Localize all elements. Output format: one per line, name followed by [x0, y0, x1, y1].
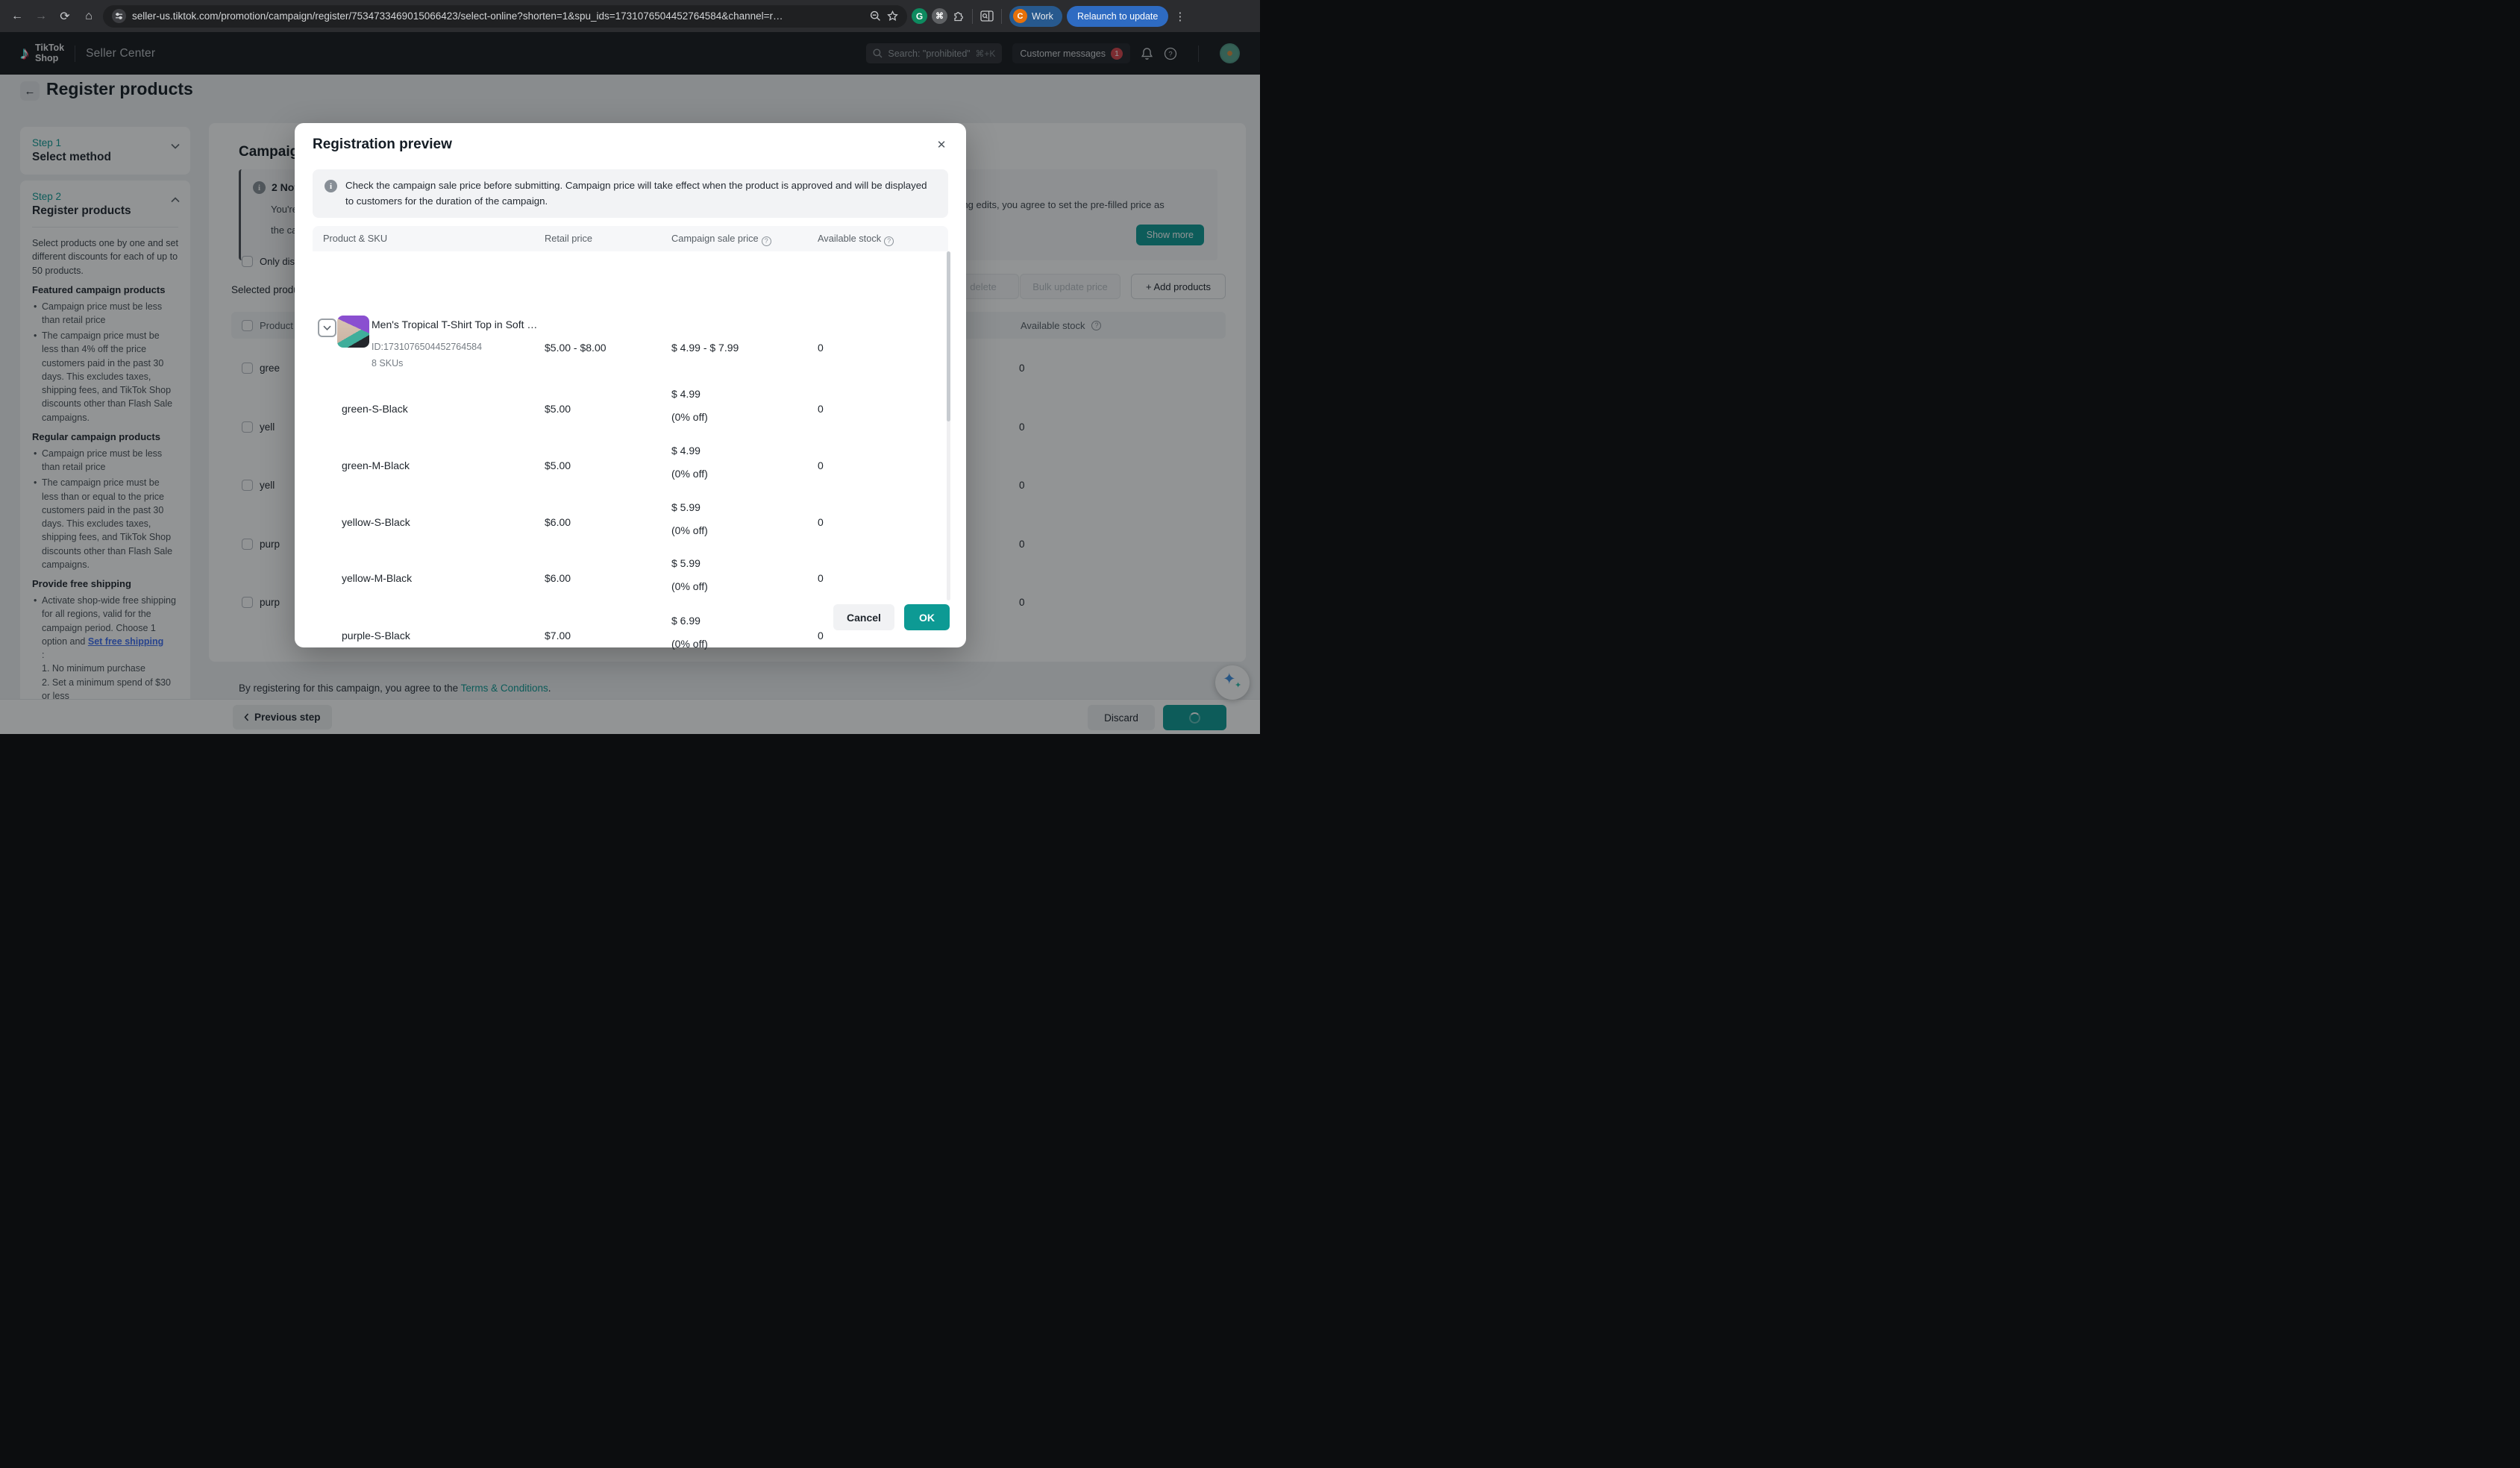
- campaign-price-column-header: Campaign sale price?: [671, 233, 771, 246]
- info-icon: i: [325, 180, 337, 192]
- url-text: seller-us.tiktok.com/promotion/campaign/…: [132, 10, 864, 22]
- cancel-button[interactable]: Cancel: [833, 604, 894, 630]
- address-bar[interactable]: seller-us.tiktok.com/promotion/campaign/…: [103, 5, 907, 28]
- sku-row: yellow-M-Black $6.00 $ 5.99 (0% off) 0: [313, 551, 948, 608]
- browser-profile-chip[interactable]: C Work: [1009, 6, 1062, 27]
- banner-text: Check the campaign sale price before sub…: [345, 178, 936, 209]
- profile-name: Work: [1032, 11, 1053, 22]
- sku-row: yellow-S-Black $6.00 $ 5.99 (0% off) 0: [313, 495, 948, 552]
- sku-discount-percent: (0% off): [671, 411, 708, 423]
- grammarly-extension-icon[interactable]: G: [912, 8, 927, 24]
- sku-stock: 0: [818, 630, 824, 642]
- sku-name: yellow-S-Black: [342, 516, 410, 528]
- sku-retail-price: $7.00: [545, 630, 571, 642]
- sku-name: yellow-M-Black: [342, 572, 412, 584]
- toolbar-divider: [972, 9, 973, 24]
- browser-menu-icon[interactable]: ⋮: [1173, 10, 1187, 23]
- site-settings-icon[interactable]: [112, 9, 126, 23]
- sku-campaign-price: $ 6.99: [671, 615, 700, 627]
- sku-campaign-price: $ 4.99: [671, 445, 700, 457]
- sku-discount-percent: (0% off): [671, 638, 708, 650]
- product-sku-count: 8 SKUs: [372, 358, 403, 368]
- screen: ← → ⟳ ⌂ seller-us.tiktok.com/promotion/c…: [0, 0, 1260, 734]
- sku-stock: 0: [818, 572, 824, 584]
- sku-campaign-price: $ 4.99: [671, 388, 700, 400]
- sku-name: purple-S-Black: [342, 630, 410, 642]
- browser-toolbar: ← → ⟳ ⌂ seller-us.tiktok.com/promotion/c…: [0, 0, 1260, 32]
- product-id: ID:1731076504452764584: [372, 342, 482, 352]
- browser-refresh-icon[interactable]: ⟳: [55, 7, 75, 26]
- expand-row-button[interactable]: [318, 319, 336, 337]
- registration-preview-dialog: Registration preview ✕ i Check the campa…: [295, 123, 966, 647]
- retail-price-column-header: Retail price: [545, 233, 592, 244]
- product-name: Men's Tropical T-Shirt Top in Soft …: [372, 319, 537, 330]
- dialog-title: Registration preview: [313, 137, 452, 153]
- product-retail-price: $5.00 - $8.00: [545, 342, 607, 354]
- sku-retail-price: $6.00: [545, 572, 571, 584]
- sku-campaign-price: $ 5.99: [671, 557, 700, 569]
- extensions-puzzle-icon[interactable]: [952, 10, 965, 22]
- relaunch-to-update-button[interactable]: Relaunch to update: [1067, 6, 1168, 27]
- sku-campaign-price: $ 5.99: [671, 501, 700, 513]
- browser-forward-icon[interactable]: →: [31, 7, 51, 26]
- zoom-out-icon[interactable]: [870, 10, 881, 22]
- toolbar-divider: [1001, 9, 1002, 24]
- sku-stock: 0: [818, 403, 824, 415]
- question-icon[interactable]: ?: [762, 236, 771, 246]
- sku-retail-price: $5.00: [545, 459, 571, 471]
- sku-name: green-M-Black: [342, 459, 410, 471]
- sku-discount-percent: (0% off): [671, 580, 708, 592]
- browser-back-icon[interactable]: ←: [7, 7, 27, 26]
- chevron-down-icon: [323, 325, 331, 330]
- side-panel-search-icon[interactable]: [980, 10, 994, 22]
- bookmark-star-icon[interactable]: [887, 10, 898, 22]
- sku-stock: 0: [818, 516, 824, 528]
- ok-button[interactable]: OK: [904, 604, 950, 630]
- available-stock-column-header: Available stock?: [818, 233, 894, 246]
- available-stock-label: Available stock: [818, 233, 881, 244]
- close-icon[interactable]: ✕: [932, 135, 951, 154]
- browser-home-icon[interactable]: ⌂: [79, 7, 98, 26]
- product-sku-column-header: Product & SKU: [323, 233, 387, 244]
- product-thumbnail: [337, 316, 369, 348]
- extension-icon[interactable]: ⌘: [932, 8, 947, 24]
- sku-retail-price: $5.00: [545, 403, 571, 415]
- campaign-price-label: Campaign sale price: [671, 233, 759, 244]
- profile-avatar: C: [1013, 9, 1027, 23]
- sku-row: green-S-Black $5.00 $ 4.99 (0% off) 0: [313, 382, 948, 439]
- sku-row: green-M-Black $5.00 $ 4.99 (0% off) 0: [313, 439, 948, 495]
- modal-scrollbar-thumb[interactable]: [947, 251, 950, 421]
- product-stock: 0: [818, 342, 824, 354]
- sku-discount-percent: (0% off): [671, 468, 708, 480]
- preview-table-header: Product & SKU Retail price Campaign sale…: [313, 226, 948, 251]
- question-icon[interactable]: ?: [884, 236, 894, 246]
- sku-stock: 0: [818, 459, 824, 471]
- sku-retail-price: $6.00: [545, 516, 571, 528]
- sku-discount-percent: (0% off): [671, 524, 708, 536]
- product-campaign-price: $ 4.99 - $ 7.99: [671, 342, 739, 354]
- sku-name: green-S-Black: [342, 403, 408, 415]
- price-check-banner: i Check the campaign sale price before s…: [313, 169, 948, 218]
